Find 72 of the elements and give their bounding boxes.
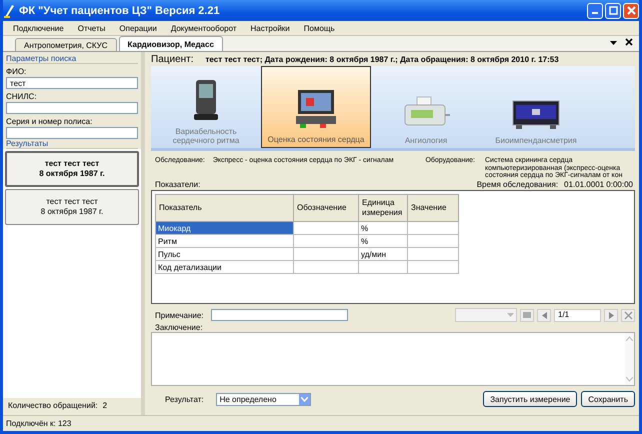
conclusion-field[interactable] [151, 332, 635, 386]
previous-button[interactable] [537, 308, 551, 322]
minimize-icon [592, 12, 598, 14]
dropdown-arrow-icon [507, 312, 514, 318]
right-arrow-icon [608, 312, 614, 319]
maximize-button[interactable] [605, 2, 621, 18]
close-button[interactable] [623, 2, 639, 18]
app-icon [3, 4, 15, 18]
dropdown[interactable] [455, 308, 517, 322]
field-label: ФИО: [6, 67, 28, 76]
result-item[interactable]: тест тест тест 8 октября 1987 г. [5, 189, 139, 225]
page-field[interactable]: 1/1 [554, 308, 601, 322]
tab[interactable]: Кардиовизор, Медасс [118, 36, 223, 51]
device-tile[interactable]: Оценка состояния сердца [261, 66, 371, 148]
menu-item[interactable]: Настройки [250, 24, 290, 32]
window-title: ФК "Учет пациентов ЦЗ" Версия 2.21 [19, 4, 220, 16]
patient-info: тест тест тест; Дата рождения: 8 октября 1987 г.; Дата обращения: 8 октября 2010 г. 17:53 [206, 55, 559, 64]
menu-item[interactable]: Документооборот [170, 24, 237, 32]
exam-time-value: 01.01.0001 0:00:00 [564, 180, 633, 190]
copy-button[interactable] [520, 308, 534, 322]
tab[interactable]: Антропометрия, СКУС [15, 38, 117, 51]
result-dropdown[interactable]: Не определено [216, 392, 311, 406]
column-header: Обозначение [294, 194, 358, 222]
table-cell[interactable]: Пульс [156, 248, 294, 261]
patient-label: Пациент: [151, 54, 194, 65]
column-header: Единица измерения [358, 194, 408, 222]
table-cell[interactable]: Ритм [156, 234, 294, 248]
scroll-down-icon[interactable] [626, 377, 633, 382]
result-item[interactable]: тест тест тест 8 октября 1987 г. [5, 151, 139, 187]
result-label: Результат: [165, 394, 204, 404]
copy-icon [522, 311, 532, 320]
input-field[interactable]: тест [6, 77, 138, 89]
table-cell: % [358, 222, 408, 235]
column-header: Значение [408, 194, 458, 222]
table-cell [294, 234, 358, 248]
table-cell [294, 248, 358, 261]
menu-item[interactable]: Подключение [13, 24, 64, 32]
table-cell [294, 222, 358, 235]
left-arrow-icon [542, 312, 546, 319]
visit-count-label: Количество обращений: [8, 401, 98, 410]
close-icon [624, 310, 632, 320]
conclusion-label: Заключение: [154, 323, 204, 332]
handheld-device-icon [191, 78, 221, 122]
menu-item[interactable]: Операции [119, 24, 157, 32]
action-button[interactable]: Запустить измерение [483, 391, 578, 408]
note-label: Примечание: [155, 310, 204, 320]
close-icon [626, 6, 636, 15]
dropdown-arrow-icon[interactable] [610, 41, 617, 46]
input-field[interactable] [6, 102, 138, 114]
exam-time-label: Время обследования: [476, 180, 558, 190]
field-label: Серия и номер полиса: [6, 117, 94, 126]
menu-item[interactable]: Отчеты [78, 24, 106, 32]
status-text: Подключён к: 123 [6, 419, 72, 428]
input-field[interactable] [6, 127, 138, 139]
column-header: Показатель [156, 194, 294, 222]
menu-item[interactable]: Помощь [304, 24, 335, 32]
indicators-label: Показатели: [155, 180, 200, 190]
scroll-up-icon[interactable] [626, 336, 633, 342]
input-field[interactable] [210, 309, 348, 322]
section-title: Параметры поиска [6, 54, 138, 64]
minimize-button[interactable] [587, 2, 603, 18]
table-cell[interactable]: Миокард [156, 222, 294, 235]
table-cell: уд/мин [358, 248, 408, 261]
table-cell[interactable]: Код детализации [156, 260, 294, 274]
maximize-icon [608, 6, 618, 15]
action-button[interactable]: Сохранить [581, 391, 635, 408]
field-label: СНИЛС: [6, 92, 38, 101]
next-button[interactable] [604, 308, 618, 322]
visit-count: 2 [102, 401, 108, 410]
delete-button[interactable] [621, 308, 635, 322]
close-icon[interactable] [625, 38, 633, 46]
table-cell: % [358, 234, 408, 248]
